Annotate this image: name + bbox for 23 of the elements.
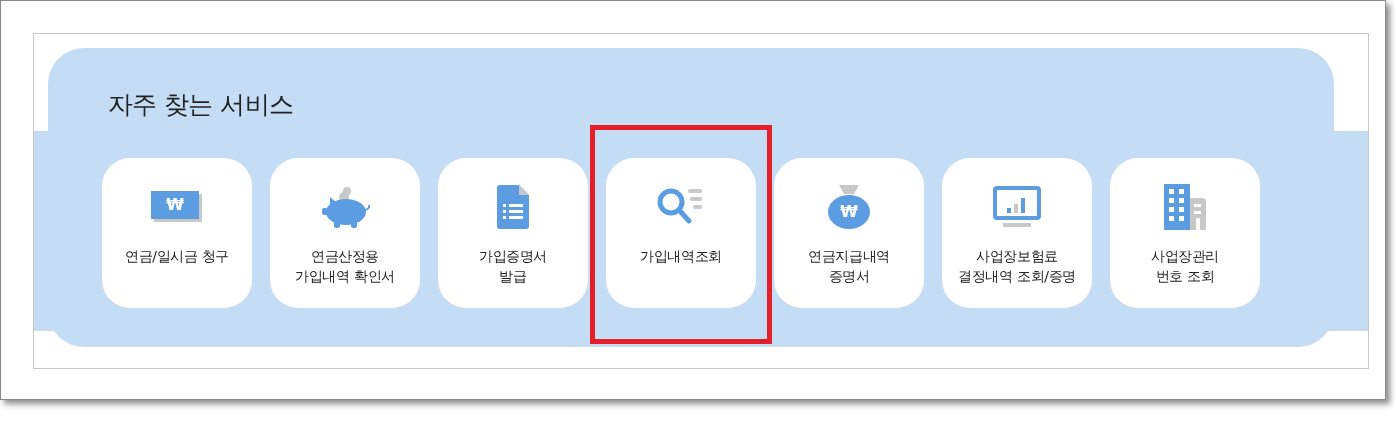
section-title: 자주 찾는 서비스 bbox=[108, 89, 295, 121]
won-sign: ₩ bbox=[166, 197, 184, 213]
service-card[interactable]: 가입증명서 발급 bbox=[438, 158, 588, 308]
piggy-bank-icon bbox=[320, 185, 370, 229]
service-card[interactable]: 연금산정용 가입내역 확인서 bbox=[270, 158, 420, 308]
service-label: 연금/일시금 청구 bbox=[125, 247, 229, 266]
document-icon bbox=[497, 185, 529, 229]
banknote-icon bbox=[151, 191, 203, 223]
service-card[interactable]: ₩ 연금지급내역 증명서 bbox=[774, 158, 924, 308]
service-label: 연금산정용 가입내역 확인서 bbox=[295, 247, 395, 286]
service-label: 가입증명서 발급 bbox=[478, 247, 548, 286]
buildings-icon bbox=[1162, 184, 1208, 230]
service-card[interactable]: 사업장보험료 결정내역 조회/증명 bbox=[942, 158, 1092, 308]
service-card[interactable]: 가입내역조회 bbox=[606, 158, 756, 308]
monitor-chart-icon bbox=[993, 186, 1041, 228]
service-label: 가입내역조회 bbox=[640, 247, 722, 266]
money-bag-icon bbox=[827, 185, 871, 229]
service-card[interactable]: ₩ 연금/일시금 청구 bbox=[102, 158, 252, 308]
service-label: 연금지급내역 증명서 bbox=[808, 247, 890, 286]
service-label: 사업장보험료 결정내역 조회/증명 bbox=[958, 247, 1076, 286]
service-label: 사업장관리 번호 조회 bbox=[1150, 247, 1220, 286]
won-sign: ₩ bbox=[840, 204, 858, 220]
service-card[interactable]: 사업장관리 번호 조회 bbox=[1110, 158, 1260, 308]
